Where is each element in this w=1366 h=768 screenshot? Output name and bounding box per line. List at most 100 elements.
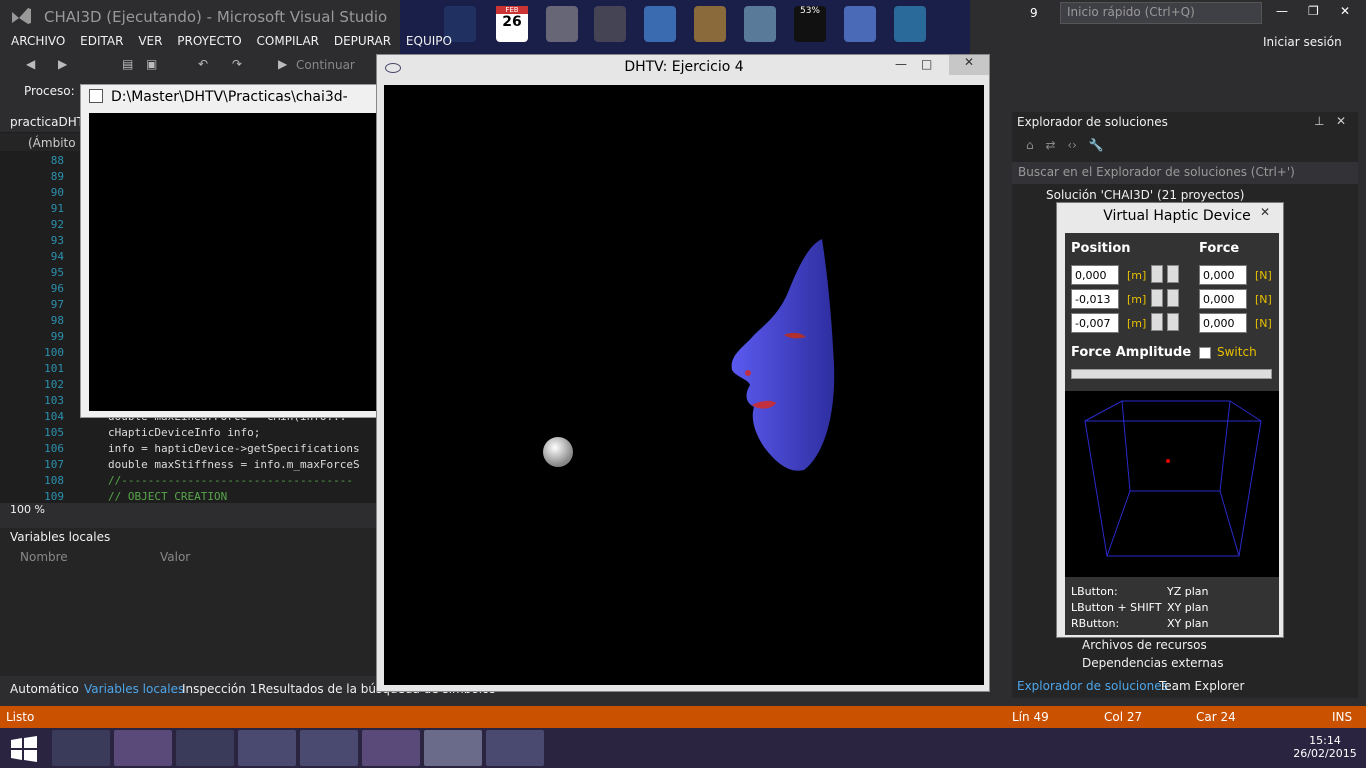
legend-key-1: LButton: [1071, 585, 1118, 598]
save-icon[interactable]: ▣ [146, 57, 160, 71]
menu-equipo[interactable]: EQUIPO [406, 32, 452, 50]
dhtv-minimize-button[interactable]: — [895, 57, 907, 71]
force-x-input[interactable]: 0,000 [1199, 265, 1247, 285]
device-position-dot [1166, 459, 1170, 463]
open-icon[interactable]: ▤ [122, 57, 136, 71]
clock-time: 15:14 [1309, 734, 1341, 747]
continue-button[interactable]: Continuar [296, 58, 355, 72]
console-window[interactable]: D:\Master\DHTV\Practicas\chai3d-2.0.0\ [80, 84, 380, 418]
visual-studio-logo-icon [10, 6, 32, 26]
tab-inspeccion[interactable]: Inspección 1 [182, 682, 257, 696]
locals-col-value[interactable]: Valor [160, 550, 190, 564]
properties-icon[interactable]: 🔧 [1089, 138, 1104, 152]
position-x-input[interactable]: 0,000 [1071, 265, 1119, 285]
back-icon[interactable]: ◀ [26, 57, 40, 71]
status-col: Col 27 [1104, 710, 1143, 724]
forward-icon[interactable]: ▶ [58, 57, 72, 71]
line-number: 97 [50, 298, 64, 311]
line-number: 106 [44, 442, 64, 455]
position-x-stepper-2[interactable] [1167, 265, 1179, 283]
home-icon[interactable]: ⌂ [1026, 138, 1034, 152]
undo-icon[interactable]: ↶ [198, 57, 212, 71]
sync-icon[interactable]: ⇄ [1045, 138, 1055, 152]
position-y-stepper[interactable] [1151, 289, 1163, 307]
close-panel-icon[interactable]: ✕ [1336, 114, 1346, 128]
force-z-input[interactable]: 0,000 [1199, 313, 1247, 333]
notifications-count[interactable]: 9 [1030, 6, 1038, 20]
calendar-day: 26 [502, 14, 522, 30]
restore-button[interactable]: ❐ [1308, 4, 1319, 18]
code-line: cHapticDeviceInfo info; [108, 426, 261, 439]
line-number: 101 [44, 362, 64, 375]
dhtv-window[interactable]: DHTV: Ejercicio 4 — □ ✕ [376, 54, 990, 692]
force-y-input[interactable]: 0,000 [1199, 289, 1247, 309]
tab-variables-locales[interactable]: Variables locales [84, 682, 184, 696]
firefox-taskbar-icon[interactable] [114, 730, 172, 766]
legend-val-3: XY plan [1167, 617, 1209, 630]
chai3d-taskbar-icon[interactable] [424, 730, 482, 766]
status-ins: INS [1332, 710, 1353, 724]
3d-scene[interactable] [384, 85, 984, 685]
taskbar: 15:14 26/02/2015 [0, 728, 1366, 768]
unit-m-y: [m] [1127, 293, 1147, 306]
position-z-stepper-2[interactable] [1167, 313, 1179, 331]
position-z-input[interactable]: -0,007 [1071, 313, 1119, 333]
minimize-button[interactable]: — [1276, 4, 1288, 18]
code-view-icon[interactable]: ‹› [1067, 138, 1077, 152]
line-number: 103 [44, 394, 64, 407]
haptic-caption: Virtual Haptic Device [1103, 208, 1251, 224]
explorer-taskbar-icon[interactable] [52, 730, 110, 766]
chrome-taskbar-icon[interactable] [176, 730, 234, 766]
device-workspace-view[interactable] [1065, 391, 1279, 577]
menu-archivo[interactable]: ARCHIVO [11, 32, 65, 50]
line-number: 95 [50, 266, 64, 279]
pin-icon[interactable]: ⊥ [1314, 114, 1324, 128]
switch-checkbox[interactable] [1199, 347, 1211, 359]
tree-resources[interactable]: Archivos de recursos [1082, 636, 1207, 654]
menu-depurar[interactable]: DEPURAR [334, 32, 391, 50]
dhtv-maximize-button[interactable]: □ [921, 57, 932, 71]
menu-proyecto[interactable]: PROYECTO [177, 32, 241, 50]
scope-dropdown[interactable]: (Ámbito g [28, 136, 87, 150]
virtual-haptic-window[interactable]: Virtual Haptic Device ✕ Position Force 0… [1056, 202, 1284, 638]
tab-automatico[interactable]: Automático [10, 682, 79, 696]
close-button[interactable]: ✕ [1340, 4, 1350, 18]
tab-solution-explorer[interactable]: Explorador de soluciones [1017, 679, 1168, 693]
continue-icon[interactable]: ▶ [278, 57, 292, 71]
tree-deps[interactable]: Dependencias externas [1082, 654, 1223, 672]
calendar-month: FEB [496, 6, 528, 14]
workspace-edge-1 [1084, 400, 1123, 422]
visual-studio-taskbar-icon[interactable] [362, 730, 420, 766]
unit-m-x: [m] [1127, 269, 1147, 282]
outlook-taskbar-icon[interactable] [238, 730, 296, 766]
position-z-stepper[interactable] [1151, 313, 1163, 331]
windows-start-icon[interactable] [10, 736, 38, 762]
dhtv-close-button[interactable]: ✕ [949, 55, 989, 75]
solution-search-input[interactable]: Buscar en el Explorador de soluciones (C… [1012, 162, 1358, 184]
line-number: 96 [50, 282, 64, 295]
switch-label: Switch [1217, 345, 1257, 359]
console-taskbar-icon[interactable] [486, 730, 544, 766]
acrobat-taskbar-icon[interactable] [300, 730, 358, 766]
position-x-stepper[interactable] [1151, 265, 1163, 283]
tab-team-explorer[interactable]: Team Explorer [1159, 679, 1245, 693]
position-y-stepper-2[interactable] [1167, 289, 1179, 307]
legend-val-1: YZ plan [1167, 585, 1209, 598]
menu-ver[interactable]: VER [138, 32, 162, 50]
haptic-close-button[interactable]: ✕ [1253, 205, 1277, 221]
quick-launch-input[interactable]: Inicio rápido (Ctrl+Q) [1060, 2, 1262, 24]
locals-col-name[interactable]: Nombre [20, 550, 68, 564]
line-number: 99 [50, 330, 64, 343]
legend-key-3: RButton: [1071, 617, 1120, 630]
redo-icon[interactable]: ↷ [232, 57, 246, 71]
position-y-input[interactable]: -0,013 [1071, 289, 1119, 309]
line-number: 88 [50, 154, 64, 167]
status-ready: Listo [6, 710, 35, 724]
clock-date: 26/02/2015 [1293, 747, 1357, 760]
force-amplitude-slider[interactable] [1071, 369, 1272, 379]
menu-compilar[interactable]: COMPILAR [257, 32, 319, 50]
clock[interactable]: 15:14 26/02/2015 [1290, 734, 1360, 760]
menu-editar[interactable]: EDITAR [80, 32, 123, 50]
workspace-edge-4 [1106, 490, 1131, 557]
zoom-level[interactable]: 100 % [10, 503, 45, 516]
